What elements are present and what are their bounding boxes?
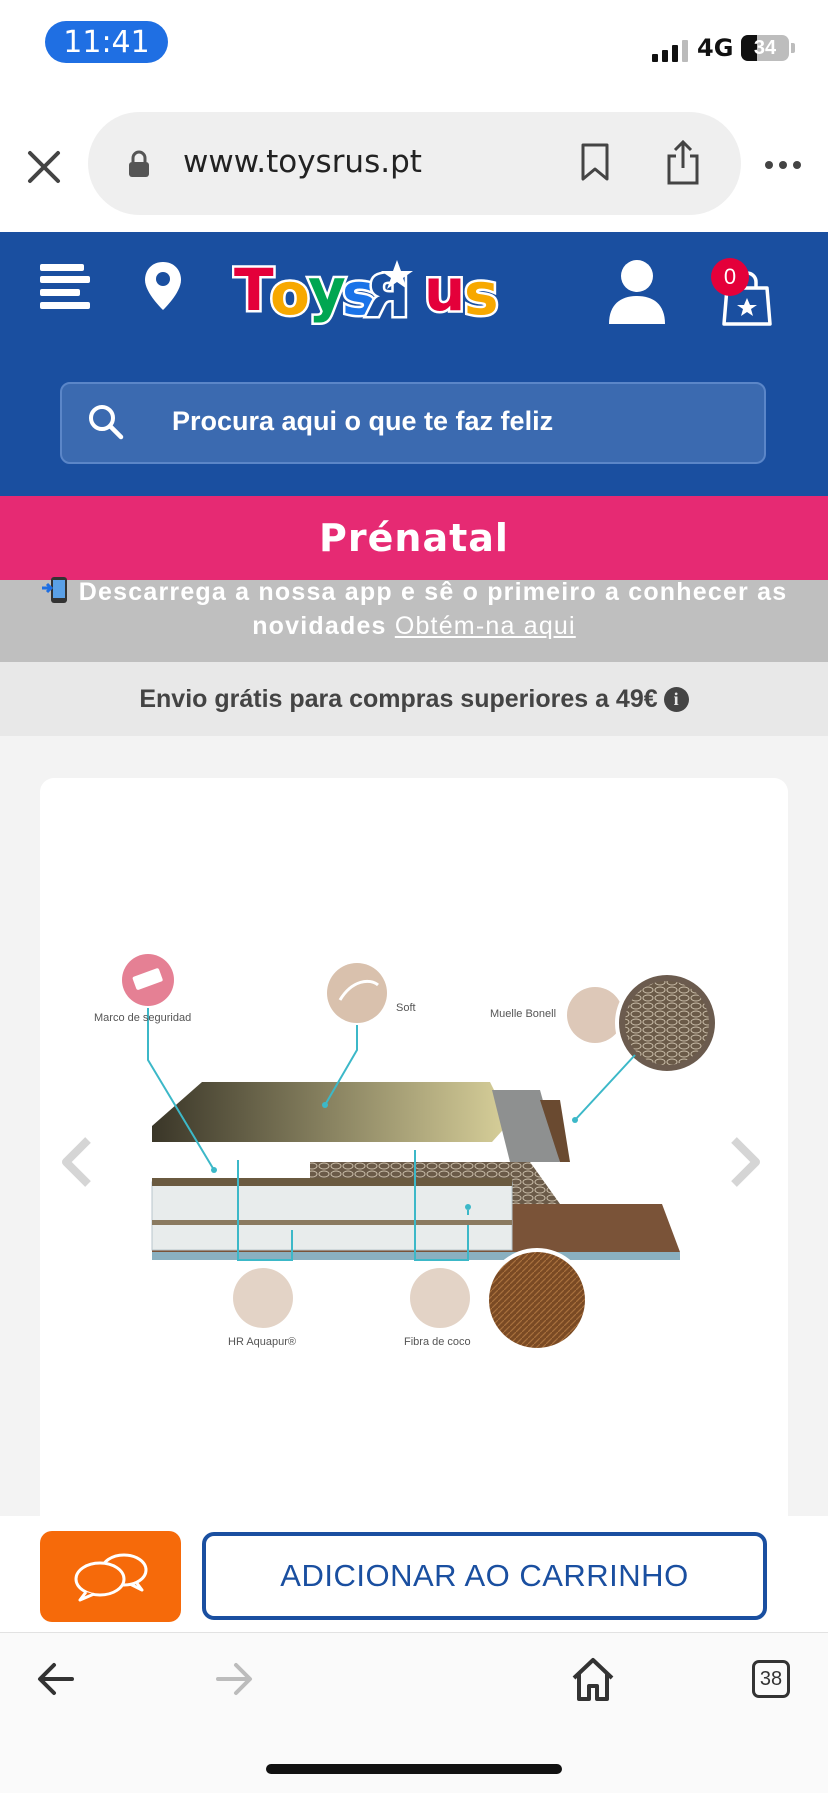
home-indicator	[266, 1764, 562, 1774]
search-placeholder[interactable]: Procura aqui o que te faz feliz	[172, 406, 553, 437]
svg-text:u: u	[424, 256, 465, 324]
svg-text:s: s	[464, 260, 499, 328]
app-promo-line2-wrap: novidades Obtém-na aqui	[0, 612, 828, 641]
signal-icon	[652, 40, 690, 62]
forward-arrow-icon[interactable]	[214, 1660, 254, 1698]
app-download-link[interactable]: Obtém-na aqui	[395, 612, 576, 640]
battery-cap	[791, 43, 795, 53]
menu-icon[interactable]	[40, 262, 94, 310]
battery-level: 34	[753, 36, 777, 59]
app-promo-line2: novidades	[252, 612, 387, 640]
app-promo-line1: Descarrega a nossa app e sê o primeiro a…	[78, 578, 788, 606]
app-promo-text: Descarrega a nossa app e sê o primeiro a…	[0, 576, 828, 607]
home-icon[interactable]	[570, 1656, 616, 1702]
location-pin-icon[interactable]	[143, 260, 183, 312]
add-to-cart-button[interactable]: ADICIONAR AO CARRINHO	[202, 1532, 767, 1620]
network-type: 4G	[697, 34, 734, 62]
search-icon[interactable]	[88, 404, 124, 440]
info-icon[interactable]: i	[663, 686, 689, 712]
label-hr-foam: HR Aquapur®	[228, 1336, 297, 1348]
chevron-left-icon[interactable]	[60, 1136, 94, 1188]
label-safety-frame: Marco de seguridad	[94, 1012, 192, 1024]
cart-count-badge: 0	[711, 258, 749, 296]
shipping-banner: Envio grátis para compras superiores a 4…	[0, 662, 828, 736]
lock-icon	[129, 150, 149, 177]
shipping-text: Envio grátis para compras superiores a 4…	[139, 684, 658, 713]
svg-text:o: o	[270, 260, 310, 328]
user-icon[interactable]	[607, 258, 667, 326]
battery-icon: 34	[741, 35, 789, 61]
add-to-cart-label: ADICIONAR AO CARRINHO	[280, 1558, 689, 1593]
toysrus-logo[interactable]: T o y s R u s	[232, 244, 527, 334]
prenatal-banner[interactable]: Prénatal	[0, 496, 828, 580]
chat-icon[interactable]	[72, 1552, 150, 1602]
prenatal-logo-text: Prénatal	[319, 516, 509, 560]
svg-text:T: T	[234, 256, 274, 324]
url-text[interactable]: www.toysrus.pt	[183, 144, 422, 180]
label-bonell-spring: Muelle Bonell	[490, 1008, 557, 1020]
back-arrow-icon[interactable]	[36, 1660, 76, 1698]
phone-arrow-icon	[41, 577, 67, 603]
more-icon[interactable]	[764, 160, 802, 170]
mattress-diagram: Marco de seguridad Soft Muelle Bonell HR…	[90, 930, 760, 1360]
mattress-illustration	[122, 954, 719, 1352]
bookmark-icon[interactable]	[580, 142, 610, 182]
tabs-button[interactable]: 38	[752, 1660, 790, 1698]
label-coconut-fiber: Fibra de coco	[404, 1336, 471, 1348]
svg-text:y: y	[308, 256, 346, 324]
close-icon[interactable]	[22, 145, 66, 189]
tabs-count: 38	[759, 1667, 783, 1690]
status-time: 11:41	[45, 21, 168, 63]
share-icon[interactable]	[664, 140, 702, 186]
label-soft: Soft	[396, 1002, 416, 1014]
